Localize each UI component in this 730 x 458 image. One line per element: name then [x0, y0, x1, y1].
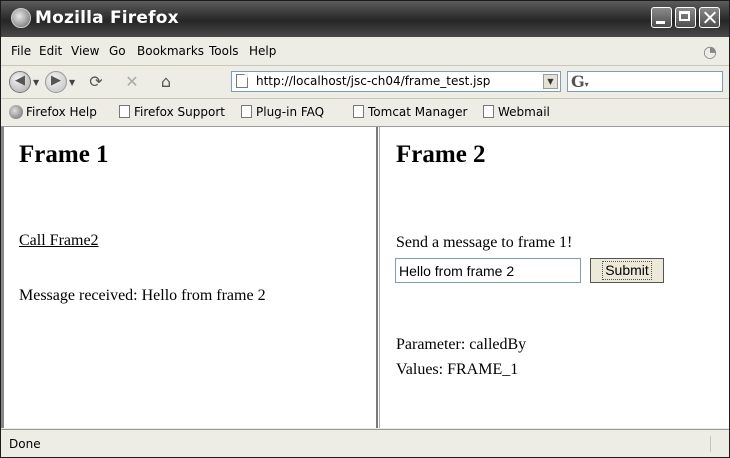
address-url: http://localhost/jsc-ch04/frame_test.jsp: [256, 74, 491, 88]
menu-go[interactable]: Go: [109, 44, 126, 58]
menu-edit[interactable]: Edit: [39, 44, 62, 58]
menu-tools[interactable]: Tools: [209, 44, 239, 58]
home-icon[interactable]: ⌂: [155, 71, 177, 93]
frame1-heading: Frame 1: [19, 141, 109, 168]
frame-border: [1, 127, 11, 428]
search-box[interactable]: G▾: [567, 71, 723, 92]
maximize-button[interactable]: [675, 7, 696, 28]
bookmark-tomcat-manager[interactable]: Tomcat Manager: [353, 105, 467, 119]
frame-1: Frame 1 Call Frame2 Message received: He…: [11, 127, 375, 428]
back-button[interactable]: ◀: [9, 71, 31, 93]
back-dropdown-icon[interactable]: ▼: [33, 78, 39, 87]
message-received-text: Message received: Hello from frame 2: [19, 287, 266, 304]
call-frame2-link[interactable]: Call Frame2: [19, 232, 99, 250]
search-engine-icon[interactable]: G▾: [571, 72, 589, 91]
send-message-prompt: Send a message to frame 1!: [396, 234, 573, 251]
close-button[interactable]: [699, 7, 720, 28]
address-dropdown-icon[interactable]: ▼: [543, 74, 558, 89]
bookmark-firefox-help[interactable]: Firefox Help: [9, 105, 97, 119]
bookmark-plugin-faq[interactable]: Plug-in FAQ: [241, 105, 324, 119]
title-bar[interactable]: Mozilla Firefox: [1, 1, 729, 37]
address-bar[interactable]: http://localhost/jsc-ch04/frame_test.jsp…: [231, 71, 561, 92]
page-icon: [236, 74, 248, 88]
menu-file[interactable]: File: [11, 44, 31, 58]
forward-dropdown-icon[interactable]: ▼: [69, 78, 75, 87]
reload-icon[interactable]: ⟳: [85, 71, 107, 93]
window-title: Mozilla Firefox: [35, 8, 179, 28]
values-text: Values: FRAME_1: [396, 361, 519, 378]
browser-window: Mozilla Firefox File Edit View Go Bookma…: [0, 0, 730, 458]
menu-view[interactable]: View: [71, 44, 99, 58]
menu-bookmarks[interactable]: Bookmarks: [137, 44, 204, 58]
resize-grip[interactable]: [710, 436, 725, 452]
frame-divider[interactable]: [376, 127, 380, 428]
minimize-button[interactable]: [651, 7, 672, 28]
menu-bar: File Edit View Go Bookmarks Tools Help ◔: [1, 37, 729, 66]
status-text: Done: [9, 437, 41, 451]
status-bar: Done: [1, 429, 729, 457]
back-arrow-icon: ◀: [15, 73, 25, 88]
bookmarks-toolbar: Firefox Help Firefox Support Plug-in FAQ…: [1, 99, 729, 127]
throbber-icon: ◔: [703, 42, 717, 61]
forward-arrow-icon: ▶: [51, 73, 61, 88]
bookmark-webmail[interactable]: Webmail: [483, 105, 550, 119]
firefox-icon: [9, 105, 23, 119]
submit-button[interactable]: Submit: [590, 258, 664, 283]
page-icon: [241, 105, 252, 118]
menu-help[interactable]: Help: [249, 44, 276, 58]
bookmark-firefox-support[interactable]: Firefox Support: [119, 105, 225, 119]
firefox-icon: [11, 8, 31, 28]
stop-icon[interactable]: ✕: [121, 71, 143, 93]
navigation-toolbar: ◀ ▼ ▶ ▼ ⟳ ✕ ⌂ http://localhost/jsc-ch04/…: [1, 66, 729, 99]
page-icon: [483, 105, 494, 118]
frame-2: Frame 2 Send a message to frame 1! Submi…: [383, 127, 729, 428]
page-icon: [119, 105, 130, 118]
message-input[interactable]: [395, 258, 581, 283]
page-icon: [353, 105, 364, 118]
parameter-text: Parameter: calledBy: [396, 336, 527, 353]
forward-button[interactable]: ▶: [45, 71, 67, 93]
page-content: Frame 1 Call Frame2 Message received: He…: [1, 127, 729, 428]
frame2-heading: Frame 2: [396, 141, 486, 168]
